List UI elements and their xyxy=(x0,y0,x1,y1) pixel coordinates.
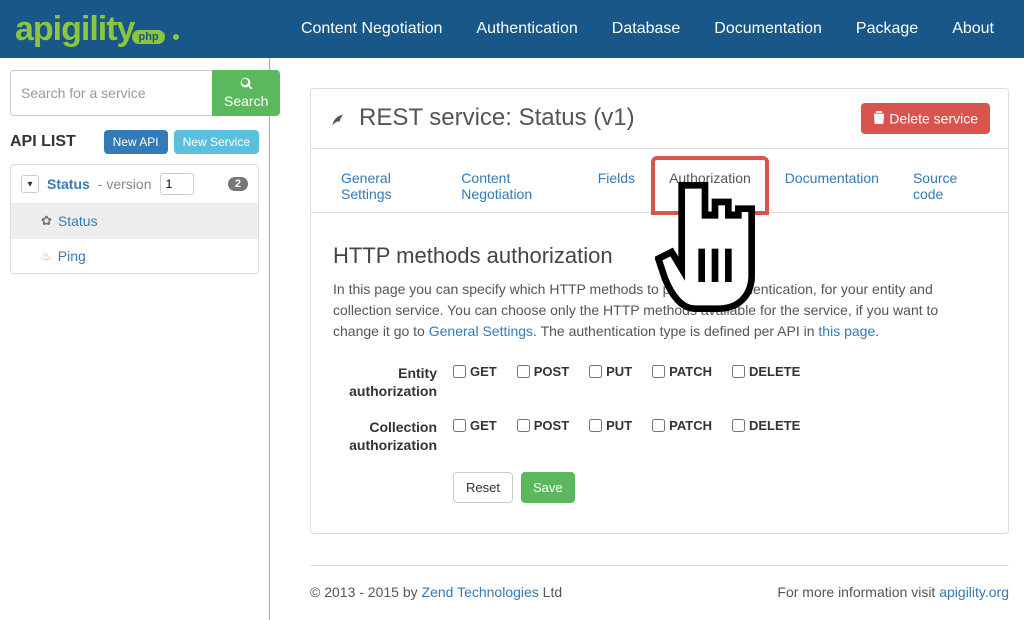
search-bar: Search xyxy=(10,70,259,116)
brand-dot-icon xyxy=(173,34,179,40)
footer-info: For more information visit apigility.org xyxy=(777,584,1009,600)
sidebar: Search API LIST New API New Service ▾ St… xyxy=(0,58,270,620)
tab-content-negotiation[interactable]: Content Negotiation xyxy=(445,158,579,213)
brand-logo[interactable]: apigility php xyxy=(15,10,179,49)
api-list-title: API LIST xyxy=(10,133,76,151)
entity-authorization-row: Entity authorization GET POST PUT PATCH … xyxy=(333,364,986,400)
nav-database[interactable]: Database xyxy=(612,20,681,38)
link-zend[interactable]: Zend Technologies xyxy=(422,584,539,600)
reset-button[interactable]: Reset xyxy=(453,472,513,503)
entity-get-checkbox[interactable] xyxy=(453,365,466,378)
search-icon xyxy=(240,77,253,90)
collection-put-checkbox[interactable] xyxy=(589,419,602,432)
collection-authorization-row: Collection authorization GET POST PUT PA… xyxy=(333,418,986,454)
entity-post[interactable]: POST xyxy=(517,364,569,379)
sidebar-item-label: Status xyxy=(58,213,98,229)
api-name: Status xyxy=(47,176,90,192)
section-description: In this page you can specify which HTTP … xyxy=(333,279,986,342)
chevron-down-icon[interactable]: ▾ xyxy=(21,175,39,193)
top-nav: apigility php Content Negotiation Authen… xyxy=(0,0,1024,58)
footer: © 2013 - 2015 by Zend Technologies Ltd F… xyxy=(310,565,1009,600)
main-content: REST service: Status (v1) Delete service… xyxy=(270,58,1024,620)
collection-get-checkbox[interactable] xyxy=(453,419,466,432)
collection-post-checkbox[interactable] xyxy=(517,419,530,432)
tab-panel-authorization: HTTP methods authorization In this page … xyxy=(311,213,1008,534)
page-title: REST service: Status (v1) xyxy=(329,104,635,132)
link-general-settings[interactable]: General Settings xyxy=(429,323,533,339)
entity-delete-checkbox[interactable] xyxy=(732,365,745,378)
search-button-label: Search xyxy=(224,93,268,109)
entity-auth-label: Entity authorization xyxy=(333,364,453,400)
collection-delete[interactable]: DELETE xyxy=(732,418,800,433)
tabs: General Settings Content Negotiation Fie… xyxy=(311,157,1008,213)
service-panel: REST service: Status (v1) Delete service… xyxy=(310,88,1009,534)
delete-service-button[interactable]: Delete service xyxy=(861,103,990,134)
link-this-page[interactable]: this page xyxy=(818,323,875,339)
entity-put[interactable]: PUT xyxy=(589,364,632,379)
entity-put-checkbox[interactable] xyxy=(589,365,602,378)
version-select[interactable] xyxy=(160,173,194,195)
section-title: HTTP methods authorization xyxy=(333,243,986,269)
tab-source-code[interactable]: Source code xyxy=(897,158,994,213)
copyright: © 2013 - 2015 by Zend Technologies Ltd xyxy=(310,584,562,600)
collection-patch-checkbox[interactable] xyxy=(652,419,665,432)
collection-put[interactable]: PUT xyxy=(589,418,632,433)
php-badge: php xyxy=(132,30,164,44)
collection-get[interactable]: GET xyxy=(453,418,497,433)
entity-get[interactable]: GET xyxy=(453,364,497,379)
leaf-icon: ✿ xyxy=(41,213,52,229)
collection-auth-label: Collection authorization xyxy=(333,418,453,454)
tab-general-settings[interactable]: General Settings xyxy=(325,158,443,213)
entity-post-checkbox[interactable] xyxy=(517,365,530,378)
save-button[interactable]: Save xyxy=(521,472,575,503)
tab-fields[interactable]: Fields xyxy=(582,158,651,213)
api-row[interactable]: ▾ Status - version 2 xyxy=(11,165,258,203)
delete-button-label: Delete service xyxy=(889,111,978,127)
api-list: ▾ Status - version 2 ✿ Status ♨ Ping xyxy=(10,164,259,274)
nav-about[interactable]: About xyxy=(952,20,994,38)
nav-package[interactable]: Package xyxy=(856,20,918,38)
new-api-button[interactable]: New API xyxy=(104,130,168,154)
nav-documentation[interactable]: Documentation xyxy=(714,20,822,38)
nav-content-negotiation[interactable]: Content Negotiation xyxy=(301,20,442,38)
collection-post[interactable]: POST xyxy=(517,418,569,433)
sidebar-item-label: Ping xyxy=(58,248,86,264)
entity-delete[interactable]: DELETE xyxy=(732,364,800,379)
collection-patch[interactable]: PATCH xyxy=(652,418,712,433)
search-input[interactable] xyxy=(10,70,212,116)
nav-authentication[interactable]: Authentication xyxy=(476,20,577,38)
brand-name: apigility xyxy=(15,10,134,49)
version-label: - version xyxy=(98,176,152,192)
collection-delete-checkbox[interactable] xyxy=(732,419,745,432)
sidebar-item-ping[interactable]: ♨ Ping xyxy=(11,238,258,273)
service-count-badge: 2 xyxy=(228,177,248,191)
nav-links: Content Negotiation Authentication Datab… xyxy=(301,20,994,38)
tab-documentation[interactable]: Documentation xyxy=(769,158,895,213)
new-service-button[interactable]: New Service xyxy=(174,130,259,154)
flame-icon: ♨ xyxy=(41,249,52,263)
entity-patch[interactable]: PATCH xyxy=(652,364,712,379)
sidebar-item-status[interactable]: ✿ Status xyxy=(11,203,258,238)
link-apigility-org[interactable]: apigility.org xyxy=(939,584,1009,600)
leaf-icon xyxy=(329,108,349,128)
trash-icon xyxy=(873,111,885,125)
entity-patch-checkbox[interactable] xyxy=(652,365,665,378)
tab-authorization[interactable]: Authorization xyxy=(653,158,767,213)
